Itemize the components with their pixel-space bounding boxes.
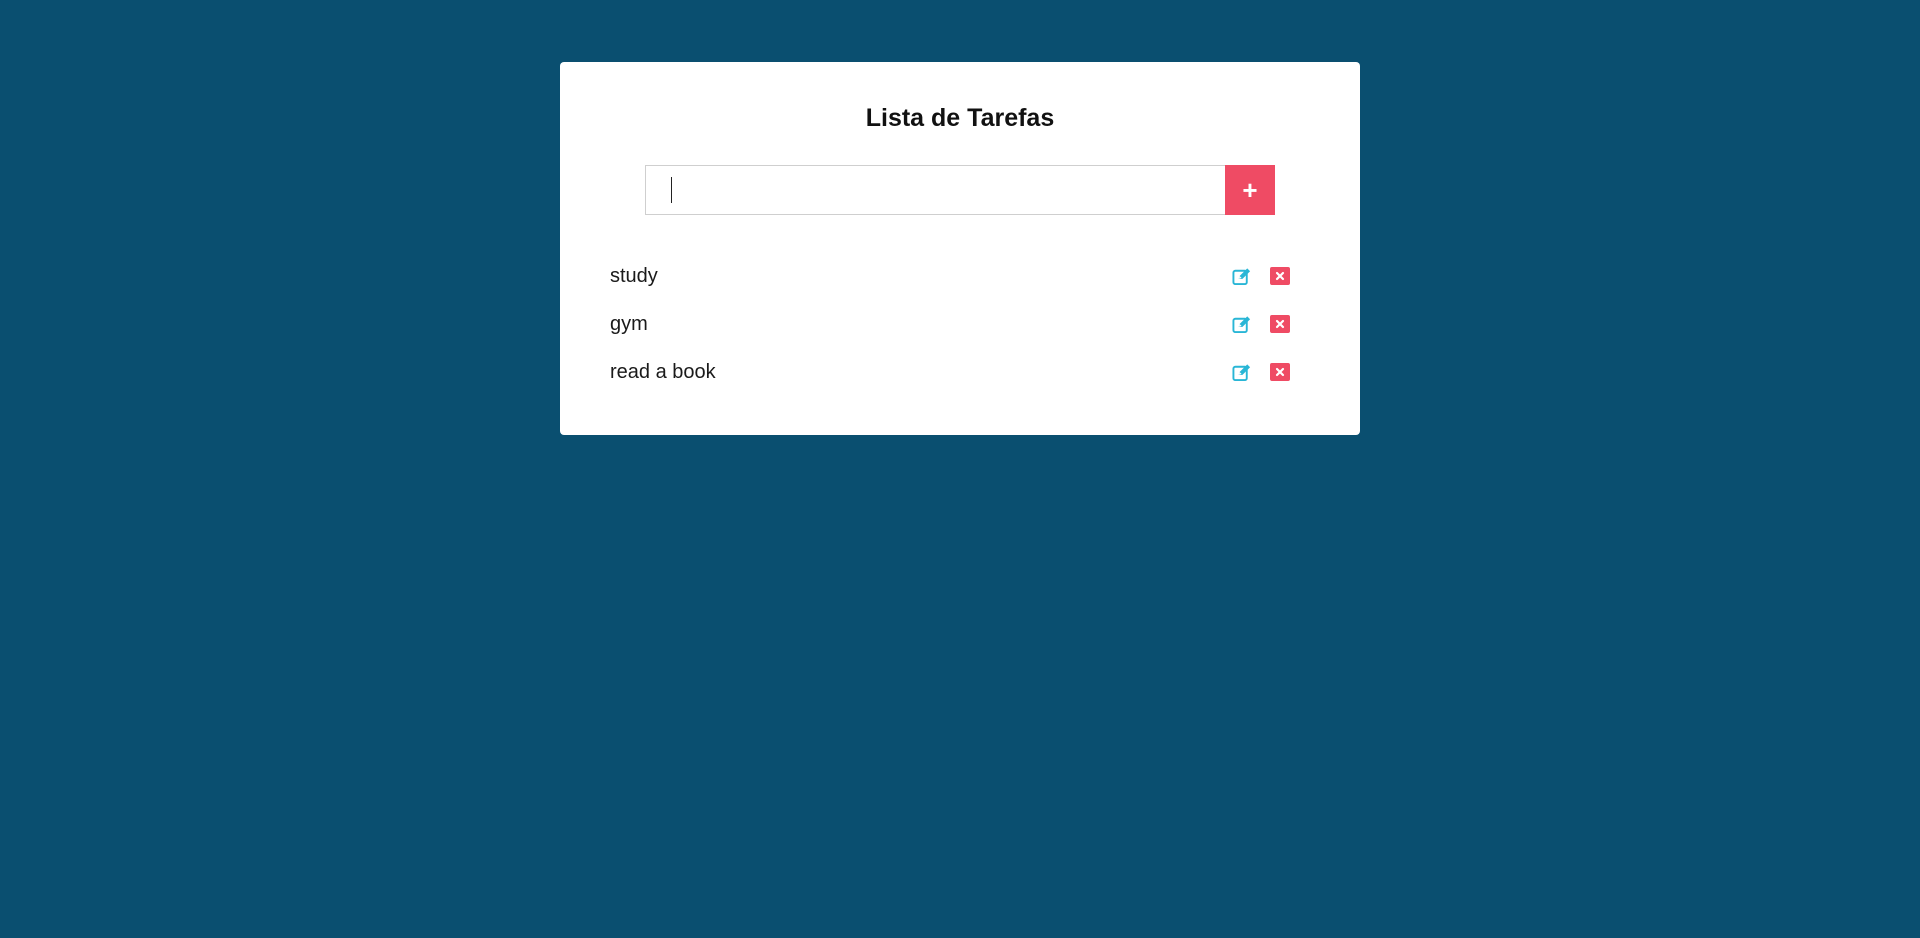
edit-icon[interactable] [1232, 362, 1252, 382]
add-task-button[interactable]: + [1225, 165, 1275, 215]
task-actions [1232, 300, 1290, 348]
task-actions [1232, 252, 1290, 300]
text-caret [671, 177, 672, 203]
task-item: read a book [610, 348, 1310, 396]
task-text: read a book [610, 360, 716, 383]
task-input[interactable] [645, 165, 1225, 215]
delete-button[interactable] [1270, 314, 1290, 334]
task-actions [1232, 348, 1290, 396]
task-item: study [610, 252, 1310, 300]
todo-card: Lista de Tarefas + study gym read a book [560, 62, 1360, 435]
add-task-form: + [645, 165, 1275, 215]
task-item: gym [610, 300, 1310, 348]
task-list: study gym read a book [610, 252, 1310, 396]
delete-button[interactable] [1270, 266, 1290, 286]
delete-button[interactable] [1270, 362, 1290, 382]
delete-icon [1270, 363, 1290, 381]
task-text: study [610, 264, 658, 287]
delete-icon [1270, 315, 1290, 333]
delete-icon [1270, 267, 1290, 285]
task-input-wrapper [645, 165, 1225, 215]
edit-icon[interactable] [1232, 266, 1252, 286]
page-title: Lista de Tarefas [865, 104, 1055, 132]
task-text: gym [610, 312, 648, 335]
edit-icon[interactable] [1232, 314, 1252, 334]
